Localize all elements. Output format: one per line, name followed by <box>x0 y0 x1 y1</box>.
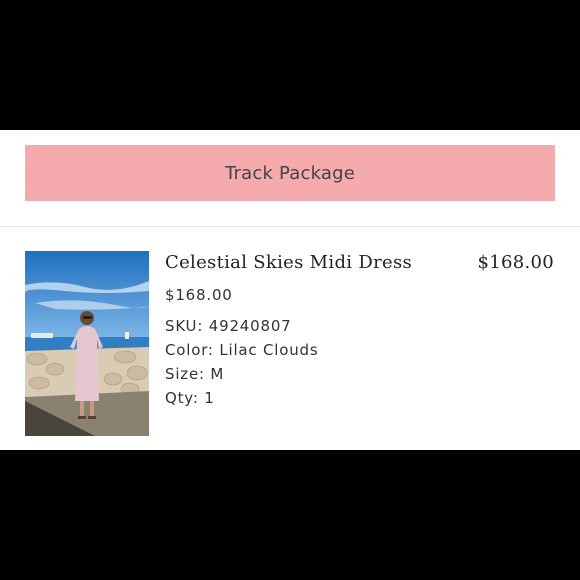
product-sku: SKU: 49240807 <box>165 317 292 335</box>
product-image[interactable] <box>25 251 149 436</box>
line-total: $168.00 <box>477 252 554 273</box>
section-divider <box>0 226 580 227</box>
product-name[interactable]: Celestial Skies Midi Dress <box>165 252 412 273</box>
order-item-panel: Track Package Celestial Skies Midi Dress… <box>0 130 580 450</box>
product-color: Color: Lilac Clouds <box>165 341 319 359</box>
track-package-button[interactable]: Track Package <box>25 145 555 201</box>
product-photo <box>25 251 149 436</box>
product-size: Size: M <box>165 365 225 383</box>
product-qty: Qty: 1 <box>165 389 215 407</box>
unit-price: $168.00 <box>165 286 233 304</box>
